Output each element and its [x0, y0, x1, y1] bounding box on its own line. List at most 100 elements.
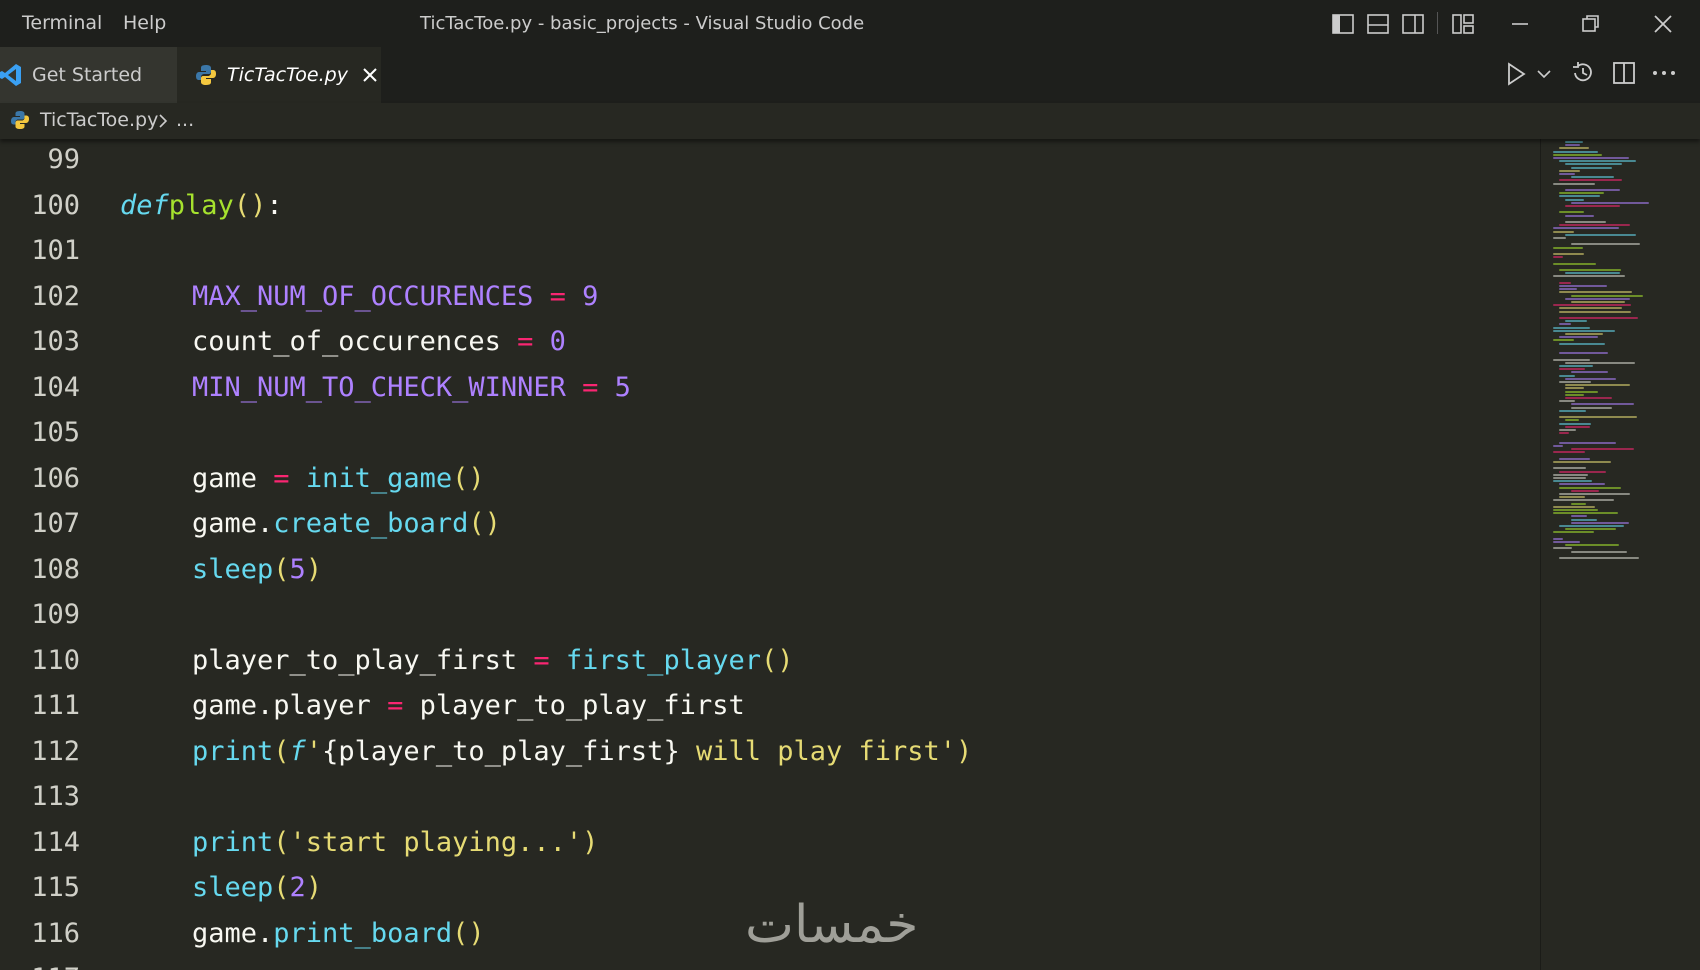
line-number: 116	[31, 917, 80, 949]
minimap-line	[1553, 480, 1592, 483]
minimap-line	[1553, 505, 1595, 508]
minimap-line	[1559, 470, 1607, 473]
code-line[interactable]: 104 MIN_NUM_TO_CHECK_WINNER = 5	[0, 365, 1540, 410]
code-token: f	[289, 735, 306, 767]
tab-tictactoe[interactable]: TicTacToe.py	[177, 47, 381, 103]
minimap-line	[1559, 400, 1576, 403]
code-line[interactable]: 100 defplay():	[0, 183, 1540, 228]
minimap-line	[1553, 326, 1591, 329]
minimap-line	[1565, 144, 1581, 147]
code-line[interactable]: 114 print('start playing...')	[0, 820, 1540, 865]
minimap-line	[1559, 169, 1580, 172]
minimap-line	[1565, 205, 1620, 207]
minimap-line	[1571, 502, 1586, 505]
tab-label: Get Started	[32, 64, 143, 86]
minimap-line	[1565, 528, 1617, 531]
code-text: MIN_NUM_TO_CHECK_WINNER = 5	[192, 365, 631, 410]
minimap-line	[1559, 365, 1594, 367]
code-editor[interactable]: 99 100 defplay(): 101 102 MAX_NUM_OF_OCCURENC…	[0, 139, 1540, 970]
code-line[interactable]: 101	[0, 228, 1540, 273]
minimap-line	[1571, 201, 1649, 204]
minimap-line	[1553, 253, 1584, 255]
timeline-history-icon[interactable]	[1570, 60, 1596, 86]
line-number: 100	[31, 189, 80, 221]
minimap-line	[1565, 233, 1636, 236]
code-line[interactable]: 113	[0, 774, 1540, 819]
minimap-line	[1559, 429, 1576, 431]
chevron-right-icon	[158, 113, 168, 129]
close-window-icon[interactable]	[1648, 10, 1678, 38]
customize-layout-icon[interactable]	[1448, 10, 1478, 38]
code-line[interactable]: 108 sleep(5)	[0, 547, 1540, 592]
code-token: player_to_play_first	[403, 690, 745, 721]
minimap-line	[1553, 541, 1580, 543]
minimap-line	[1565, 425, 1591, 428]
minimap-line	[1565, 320, 1587, 323]
code-line[interactable]: 111 game.player = player_to_play_first	[0, 683, 1540, 728]
code-line[interactable]: 106 game = init_game()	[0, 456, 1540, 501]
run-icon[interactable]	[1505, 61, 1527, 87]
minimap[interactable]	[1540, 139, 1700, 970]
minimap-line	[1559, 147, 1589, 150]
code-line[interactable]: 112 print(f'{player_to_play_first} will p…	[0, 729, 1540, 774]
minimap-line	[1571, 406, 1612, 409]
code-token: 0	[549, 326, 566, 357]
code-line[interactable]: 105	[0, 410, 1540, 455]
minimap-line	[1565, 214, 1594, 217]
minimap-line	[1565, 419, 1579, 422]
code-line[interactable]: 117	[0, 956, 1540, 970]
breadcrumb-symbol[interactable]: ...	[176, 109, 194, 131]
tab-get-started[interactable]: Get Started	[0, 47, 177, 103]
minimap-line	[1559, 374, 1576, 377]
restore-icon[interactable]	[1576, 10, 1606, 38]
code-token: game	[192, 462, 274, 494]
code-line[interactable]: 107 game.create_board()	[0, 501, 1540, 546]
minimap-line	[1571, 176, 1614, 179]
minimap-line	[1553, 182, 1595, 185]
menu-help[interactable]: Help	[123, 12, 166, 34]
line-number: 109	[31, 599, 80, 630]
code-text: game.create_board()	[192, 501, 501, 546]
toggle-primary-sidebar-icon[interactable]	[1328, 10, 1358, 38]
minimap-line	[1565, 297, 1631, 300]
code-text: print('start playing...')	[192, 820, 598, 865]
minimap-line	[1571, 243, 1641, 246]
minimap-line	[1553, 230, 1574, 233]
code-line[interactable]: 103 count_of_occurences = 0	[0, 319, 1540, 364]
code-text: sleep(5)	[192, 547, 322, 592]
code-line[interactable]: 102 MAX_NUM_OF_OCCURENCES = 9	[0, 274, 1540, 319]
more-actions-icon[interactable]	[1652, 69, 1676, 77]
minimap-line	[1559, 483, 1606, 486]
code-line[interactable]: 99	[0, 139, 1540, 182]
code-text: count_of_occurences = 0	[192, 319, 566, 364]
toggle-secondary-sidebar-icon[interactable]	[1398, 10, 1428, 38]
minimap-line	[1553, 499, 1614, 502]
minimap-line	[1553, 256, 1564, 259]
code-token: (	[273, 735, 290, 767]
minimap-line	[1565, 393, 1584, 396]
minimap-line	[1559, 422, 1591, 425]
minimap-line	[1559, 457, 1590, 460]
python-icon	[10, 110, 30, 130]
code-token: def	[120, 189, 169, 221]
close-tab-icon[interactable]	[362, 67, 378, 83]
minimize-icon[interactable]	[1505, 10, 1535, 38]
line-number: 99	[47, 144, 80, 175]
minimap-line	[1553, 157, 1629, 159]
split-editor-icon[interactable]	[1612, 61, 1636, 85]
breadcrumb-file[interactable]: TicTacToe.py	[40, 109, 158, 131]
code-token: 9	[582, 280, 599, 312]
chevron-down-icon[interactable]	[1537, 69, 1551, 79]
title-bar: Terminal Help TicTacToe.py - basic_proje…	[0, 0, 1700, 47]
line-number: 101	[31, 235, 80, 266]
code-line[interactable]: 110 player_to_play_first = first_player()	[0, 638, 1540, 683]
code-token: ()	[760, 644, 794, 676]
toggle-panel-icon[interactable]	[1363, 10, 1393, 38]
code-token: will play first'	[679, 735, 957, 767]
code-line[interactable]: 109	[0, 592, 1540, 637]
minimap-line	[1559, 285, 1607, 287]
window-title: TicTacToe.py - basic_projects - Visual S…	[420, 13, 865, 34]
menu-terminal[interactable]: Terminal	[22, 12, 102, 34]
